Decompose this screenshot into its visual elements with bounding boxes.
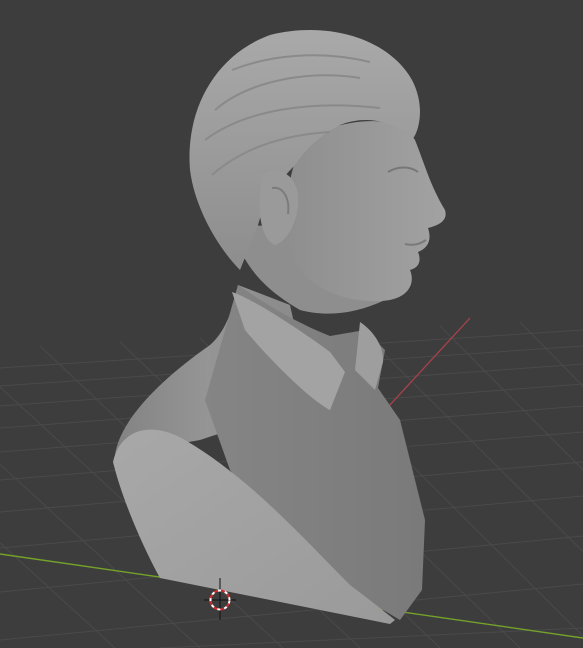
- viewport-canvas[interactable]: [0, 0, 583, 648]
- 3d-viewport[interactable]: [0, 0, 583, 648]
- bust-sculpture[interactable]: [113, 30, 446, 624]
- bust-face: [284, 121, 446, 302]
